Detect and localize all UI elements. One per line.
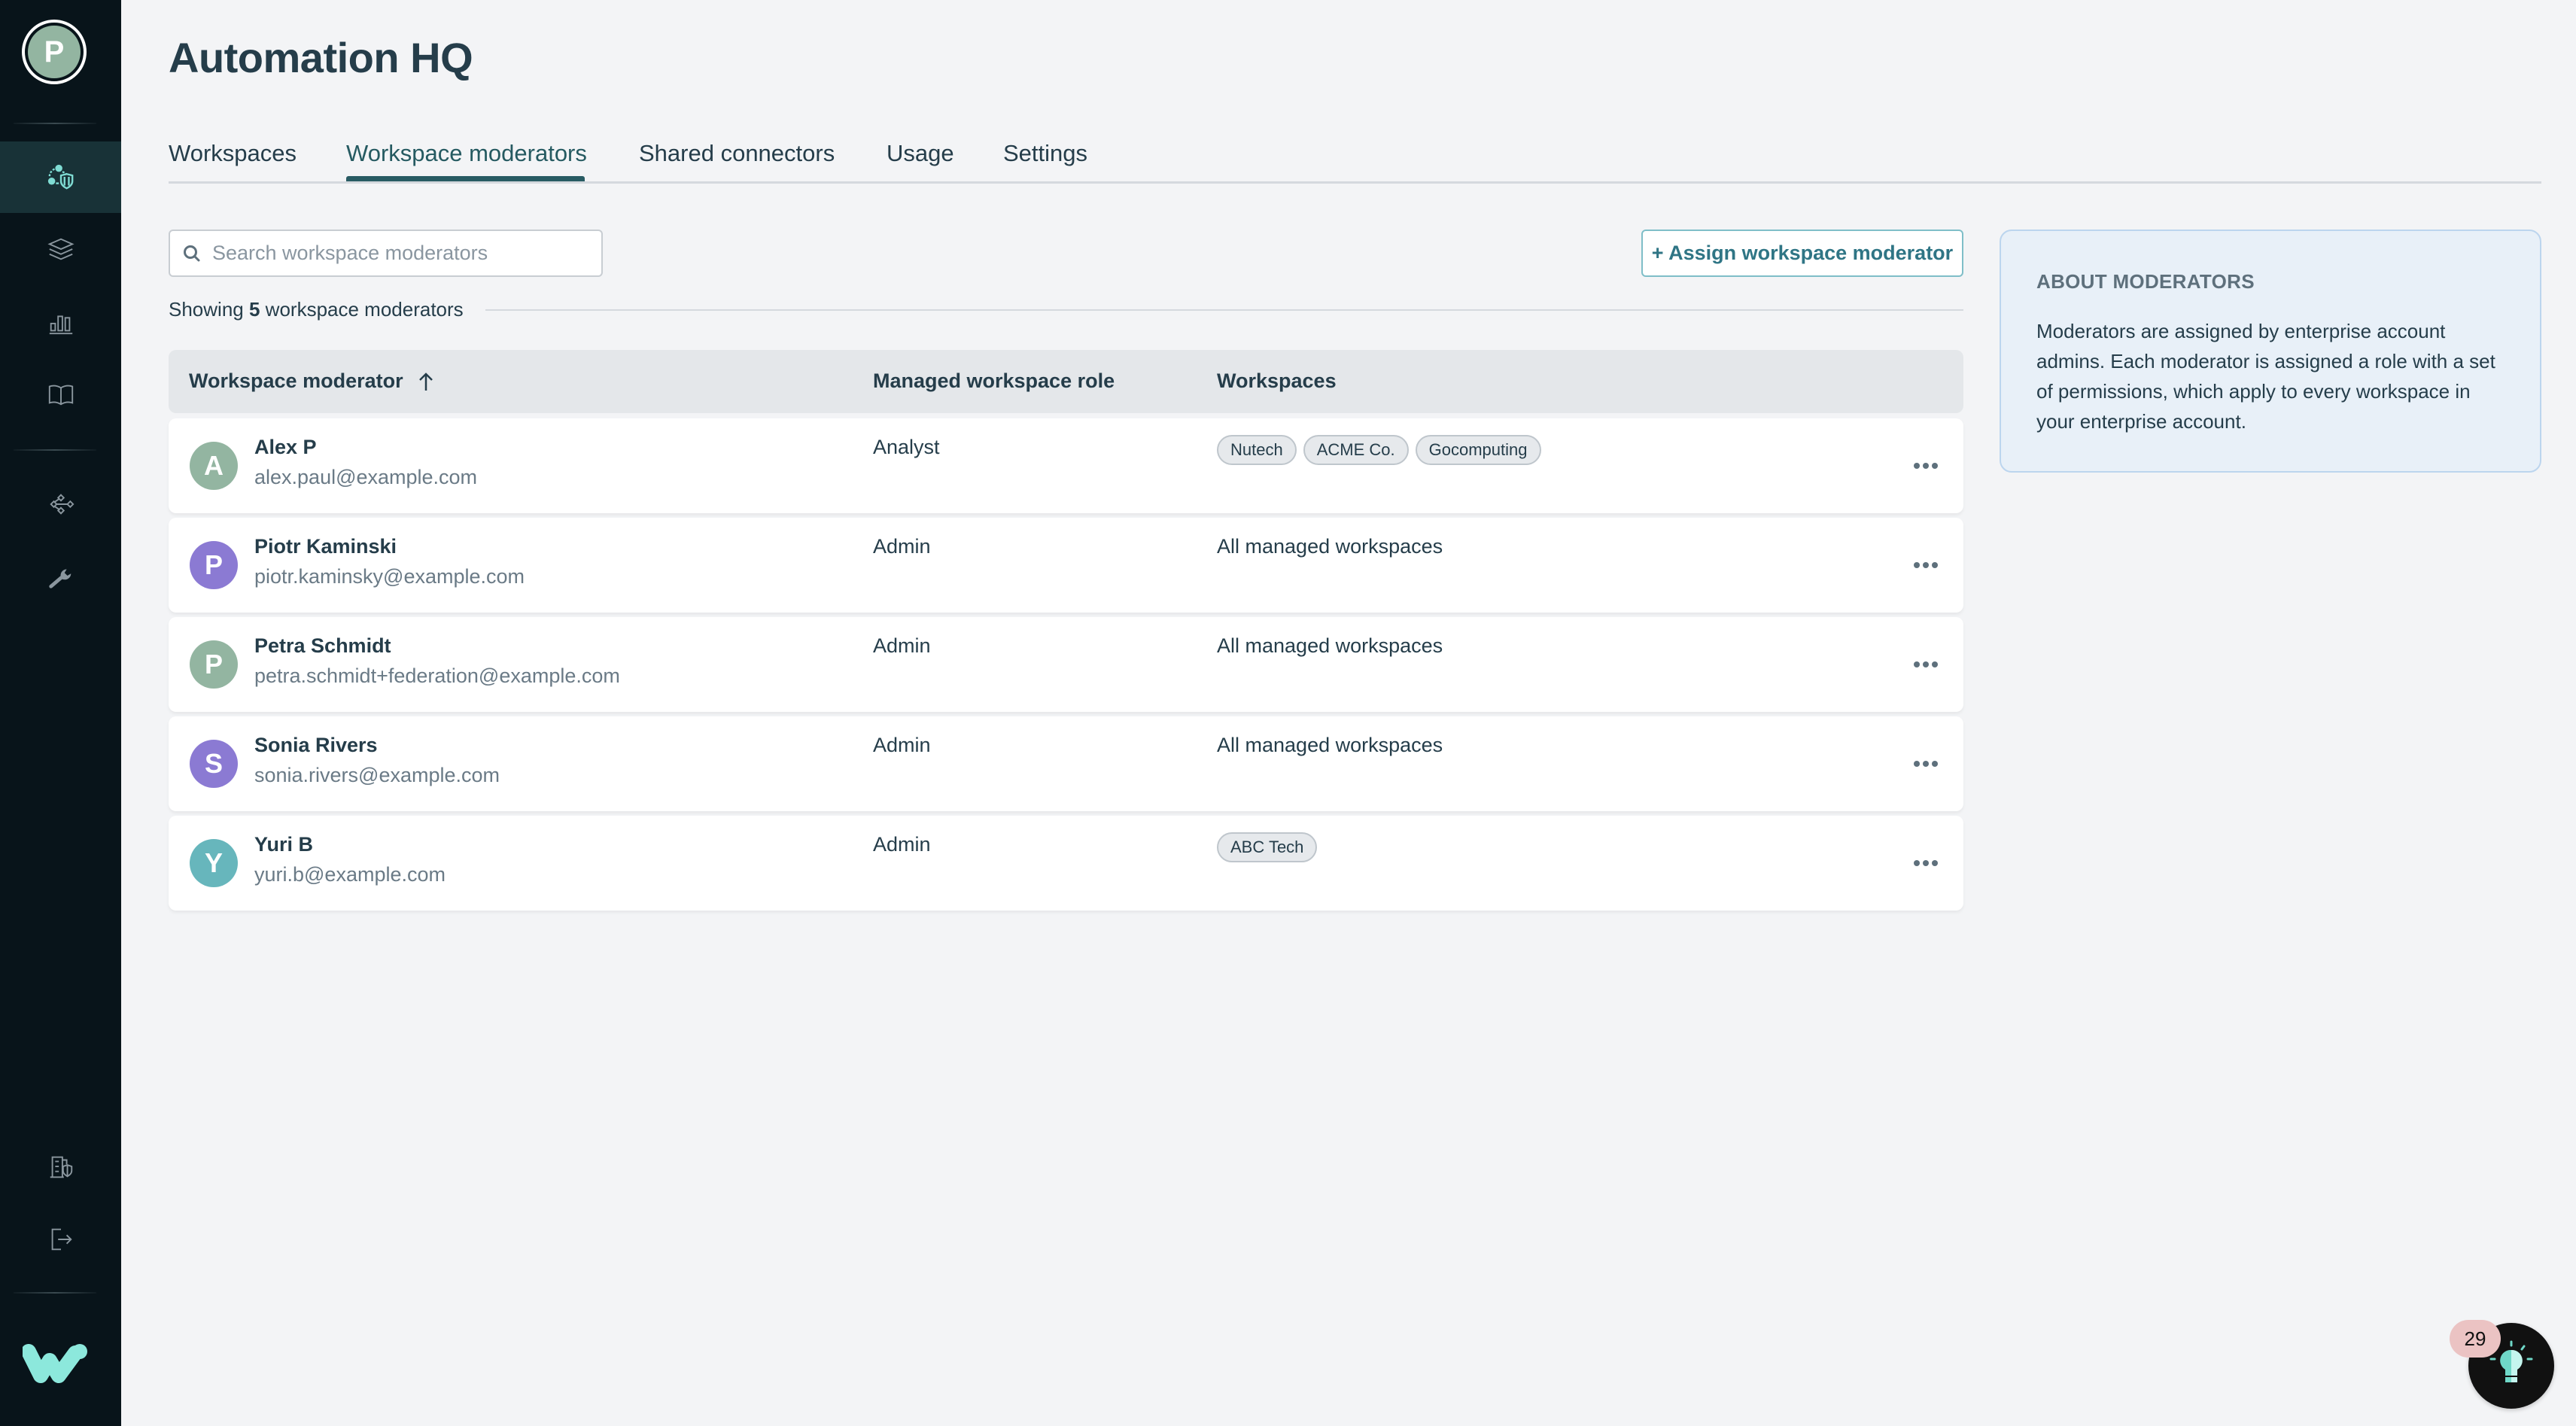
moderator-email: piotr.kaminsky@example.com [254,565,525,588]
sidebar-item-analytics[interactable] [0,286,121,357]
layers-icon [47,238,75,260]
user-avatar[interactable]: P [22,20,87,84]
sidebar-item-moderators[interactable] [0,141,121,213]
page-title: Automation HQ [169,34,473,81]
sidebar-item-connections[interactable] [0,468,121,540]
moderator-name: Petra Schmidt [254,634,391,657]
workspace-chip: ABC Tech [1217,832,1318,862]
moderator-role: Admin [873,833,931,856]
info-panel-body: Moderators are assigned by enterprise ac… [2036,320,2495,433]
summary-divider [485,309,1963,311]
table-row[interactable]: S Sonia Rivers sonia.rivers@example.com … [169,716,1963,811]
moderator-name: Alex P [254,436,317,458]
search-input[interactable] [212,242,588,265]
avatar: P [190,640,238,689]
wrench-icon [48,569,71,588]
workspaces-text: All managed workspaces [1217,634,1443,657]
workspaces-text: All managed workspaces [1217,734,1443,756]
results-count: 5 [248,298,260,321]
user-avatar-initial: P [28,26,81,78]
sidebar-divider [14,1292,96,1294]
sidebar-item-tools[interactable] [0,540,121,612]
moderator-email: petra.schmidt+federation@example.com [254,664,620,687]
tab-shared-connectors[interactable]: Shared connectors [639,140,835,167]
moderator-name: Sonia Rivers [254,734,378,756]
connections-icon [49,493,74,515]
sidebar-item-logout[interactable] [0,1203,121,1275]
moderator-email: alex.paul@example.com [254,466,478,488]
table-row[interactable]: A Alex P alex.paul@example.com Analyst N… [169,418,1963,513]
sidebar-divider [14,123,96,124]
moderator-role: Admin [873,535,931,558]
row-actions-menu-icon[interactable] [1907,850,1945,877]
w-logo-icon[interactable] [23,1342,87,1388]
row-actions-menu-icon[interactable] [1907,552,1945,579]
sidebar-item-docs[interactable] [0,358,121,430]
moderator-role: Analyst [873,436,940,458]
column-header-moderator[interactable]: Workspace moderator [189,369,435,393]
workspaces-text: All managed workspaces [1217,535,1443,558]
row-actions-menu-icon[interactable] [1907,651,1945,678]
tab-usage[interactable]: Usage [887,140,954,167]
column-header-workspaces[interactable]: Workspaces [1217,369,1337,393]
sidebar-item-layers[interactable] [0,214,121,285]
book-icon [48,385,73,405]
moderator-role: Admin [873,734,931,756]
table-row[interactable]: P Piotr Kaminski piotr.kaminsky@example.… [169,518,1963,613]
avatar: A [190,442,238,490]
logout-icon [51,1228,72,1250]
about-moderators-panel: ABOUT MODERATORS Moderators are assigned… [2000,230,2541,473]
tab-workspace-moderators[interactable]: Workspace moderators [346,140,587,167]
avatar: Y [190,839,238,887]
table-row[interactable]: P Petra Schmidt petra.schmidt+federation… [169,617,1963,712]
table-header: Workspace moderator Managed workspace ro… [169,350,1963,413]
tab-workspaces[interactable]: Workspaces [169,140,297,167]
moderator-name: Piotr Kaminski [254,535,397,558]
row-actions-menu-icon[interactable] [1907,452,1945,479]
sort-ascending-icon[interactable] [417,371,435,392]
column-header-role[interactable]: Managed workspace role [873,369,1115,393]
info-panel-heading: ABOUT MODERATORS [2036,270,2255,293]
avatar: S [190,740,238,788]
building-shield-icon [50,1156,72,1178]
workspace-chips: Nutech ACME Co. Gocomputing [1217,435,1541,465]
row-actions-menu-icon[interactable] [1907,750,1945,777]
search-icon [184,245,200,261]
avatar: P [190,541,238,589]
moderator-email: yuri.b@example.com [254,863,446,886]
sidebar-item-enterprise[interactable] [0,1131,121,1203]
notification-badge: 29 [2450,1320,2501,1358]
tab-settings[interactable]: Settings [1003,140,1087,167]
tab-bar: Workspaces Workspace moderators Shared c… [169,135,2541,184]
moderator-role: Admin [873,634,931,657]
moderators-shield-icon [47,164,73,190]
table-row[interactable]: Y Yuri B yuri.b@example.com Admin ABC Te… [169,816,1963,911]
active-tab-indicator [346,176,585,181]
assign-moderator-button[interactable]: + Assign workspace moderator [1641,230,1963,277]
workspace-chip: Gocomputing [1415,435,1541,465]
workspace-chips: ABC Tech [1217,832,1318,862]
search-box [169,230,603,277]
sidebar-divider [14,449,96,451]
workspace-chip: Nutech [1217,435,1297,465]
moderator-name: Yuri B [254,833,314,856]
moderator-email: sonia.rivers@example.com [254,764,500,786]
sidebar: P [0,0,121,1426]
results-summary: Showing 5 workspace moderators [169,298,464,321]
workspace-chip: ACME Co. [1303,435,1409,465]
bar-chart-icon [49,315,72,334]
